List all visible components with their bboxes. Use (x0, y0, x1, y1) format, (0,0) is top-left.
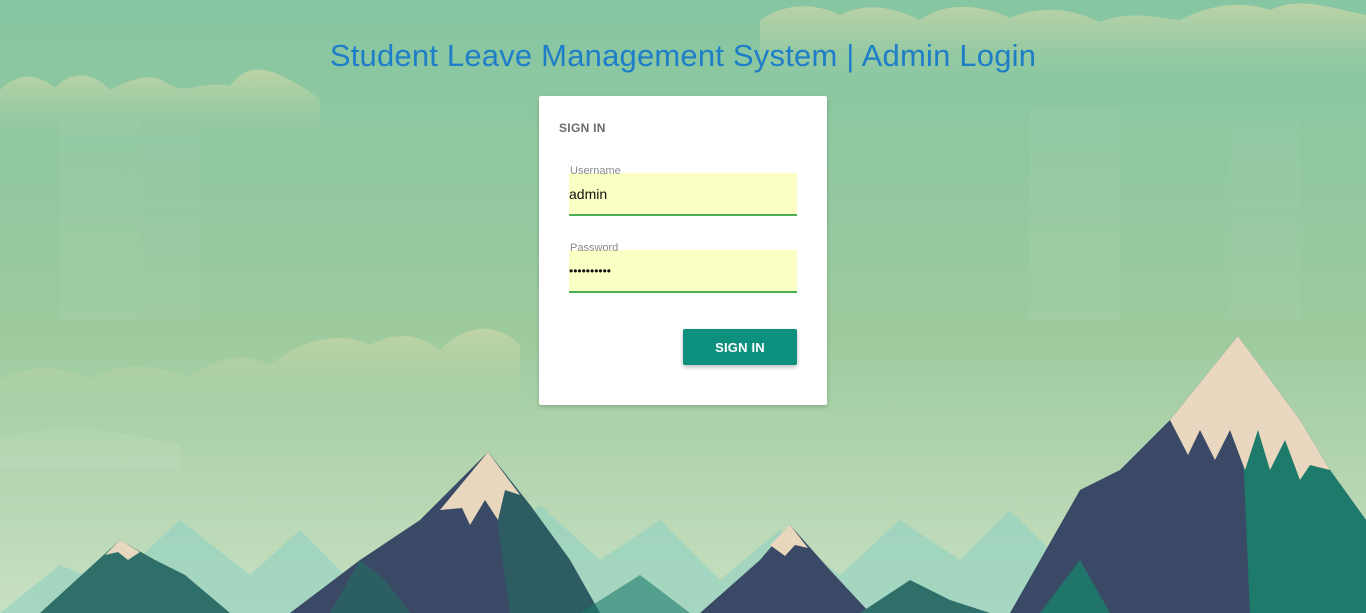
password-field: Password (569, 241, 797, 293)
login-card: SIGN IN Username Password SIGN IN (539, 96, 827, 405)
login-card-heading: SIGN IN (559, 121, 606, 135)
sign-in-button[interactable]: SIGN IN (683, 329, 797, 365)
username-input[interactable] (569, 173, 797, 216)
page-title: Student Leave Management System | Admin … (329, 38, 1037, 73)
username-field: Username (569, 164, 797, 216)
password-input[interactable] (569, 250, 797, 293)
